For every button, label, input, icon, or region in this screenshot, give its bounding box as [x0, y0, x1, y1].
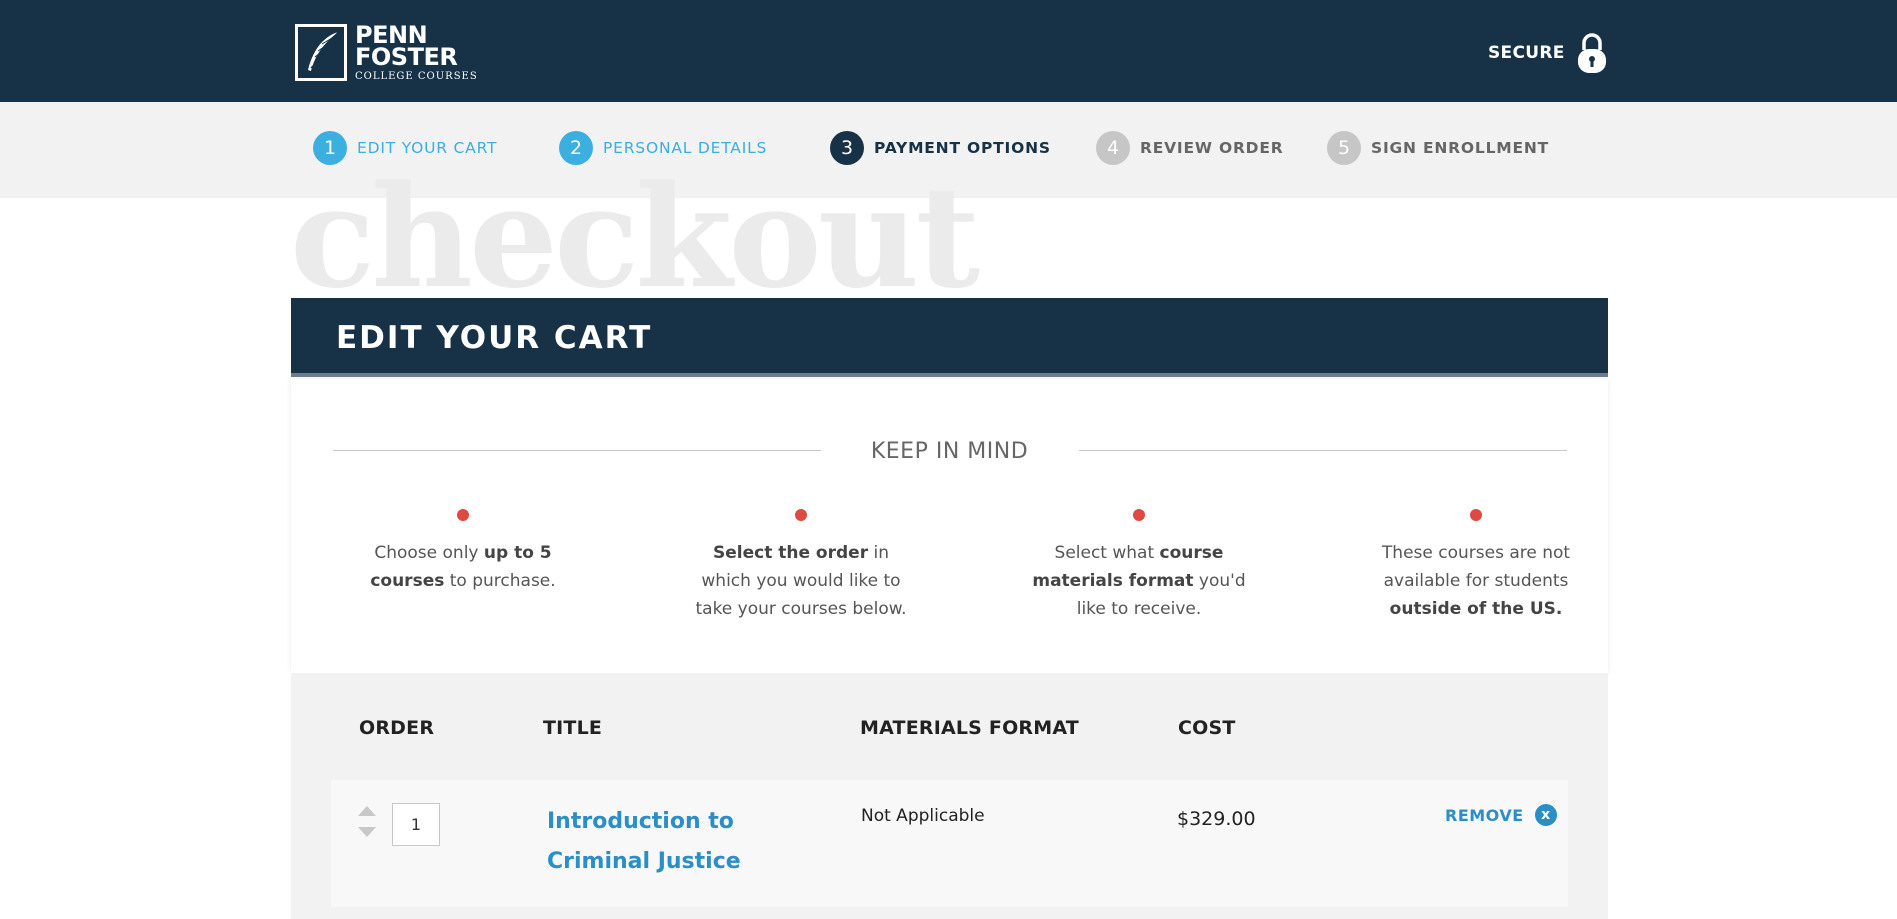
- bullet-dot-icon: [795, 509, 807, 521]
- column-header-cost: COST: [1178, 717, 1236, 739]
- tip-text: Select the order in which you would like…: [695, 543, 907, 619]
- keep-in-mind-heading: KEEP IN MIND: [870, 439, 1029, 464]
- move-down-arrow-icon[interactable]: [358, 827, 376, 837]
- step-label: REVIEW ORDER: [1140, 139, 1284, 157]
- step-number: 5: [1327, 131, 1361, 165]
- logo-text-line2: FOSTER: [355, 43, 458, 71]
- step-number: 4: [1096, 131, 1130, 165]
- column-header-order: ORDER: [359, 717, 435, 739]
- bullet-dot-icon: [1470, 509, 1482, 521]
- course-title-link[interactable]: Introduction to Criminal Justice: [547, 802, 807, 882]
- tip-item: Select what course materials format you'…: [1024, 509, 1254, 623]
- keep-in-mind-panel: KEEP IN MIND Choose only up to 5 courses…: [291, 379, 1608, 673]
- secure-label: SECURE: [1488, 43, 1565, 63]
- logo-text-subtitle: COLLEGE COURSES: [355, 71, 478, 82]
- move-up-arrow-icon[interactable]: [358, 806, 376, 816]
- tip-text: Select what course materials format you'…: [1032, 543, 1246, 619]
- tip-item: Choose only up to 5 courses to purchase.: [348, 509, 578, 595]
- cost-value: $329.00: [1177, 808, 1256, 830]
- checkout-watermark: checkout: [290, 156, 980, 320]
- tip-text: These courses are not available for stud…: [1381, 543, 1571, 619]
- cart-table: ORDER TITLE MATERIALS FORMAT COST 1 Intr…: [291, 673, 1608, 919]
- bullet-dot-icon: [457, 509, 469, 521]
- step-label: PERSONAL DETAILS: [603, 139, 768, 157]
- lock-icon: [1577, 33, 1606, 73]
- top-header: PENN FOSTER COLLEGE COURSES SECURE: [0, 0, 1897, 102]
- step-label: PAYMENT OPTIONS: [874, 139, 1051, 157]
- column-header-title: TITLE: [543, 717, 603, 739]
- tip-item: These courses are not available for stud…: [1361, 509, 1591, 623]
- remove-label: REMOVE: [1445, 805, 1524, 825]
- step-sign-enrollment: 5 SIGN ENROLLMENT: [1327, 131, 1549, 165]
- feather-logo-icon: [295, 24, 347, 81]
- divider-right: [1079, 450, 1567, 451]
- section-title: EDIT YOUR CART: [336, 320, 653, 356]
- tip-text: Choose only up to 5 courses to purchase.: [370, 543, 556, 591]
- tip-item: Select the order in which you would like…: [686, 509, 916, 623]
- close-x-icon: x: [1534, 804, 1557, 826]
- secure-indicator: SECURE: [1488, 32, 1607, 74]
- penn-foster-logo[interactable]: PENN FOSTER COLLEGE COURSES: [295, 23, 478, 82]
- step-review-order: 4 REVIEW ORDER: [1096, 131, 1283, 165]
- step-label: EDIT YOUR CART: [357, 139, 498, 157]
- step-label: SIGN ENROLLMENT: [1371, 139, 1550, 157]
- cart-section-header: EDIT YOUR CART: [291, 298, 1608, 377]
- remove-course-button[interactable]: REMOVE x: [1445, 804, 1557, 826]
- bullet-dot-icon: [1133, 509, 1145, 521]
- materials-format-value: Not Applicable: [861, 806, 985, 826]
- column-header-materials-format: MATERIALS FORMAT: [860, 717, 1079, 739]
- order-number-input[interactable]: 1: [392, 803, 440, 846]
- order-reorder-arrows: [358, 806, 376, 837]
- table-row: 1 Introduction to Criminal Justice Not A…: [331, 780, 1568, 907]
